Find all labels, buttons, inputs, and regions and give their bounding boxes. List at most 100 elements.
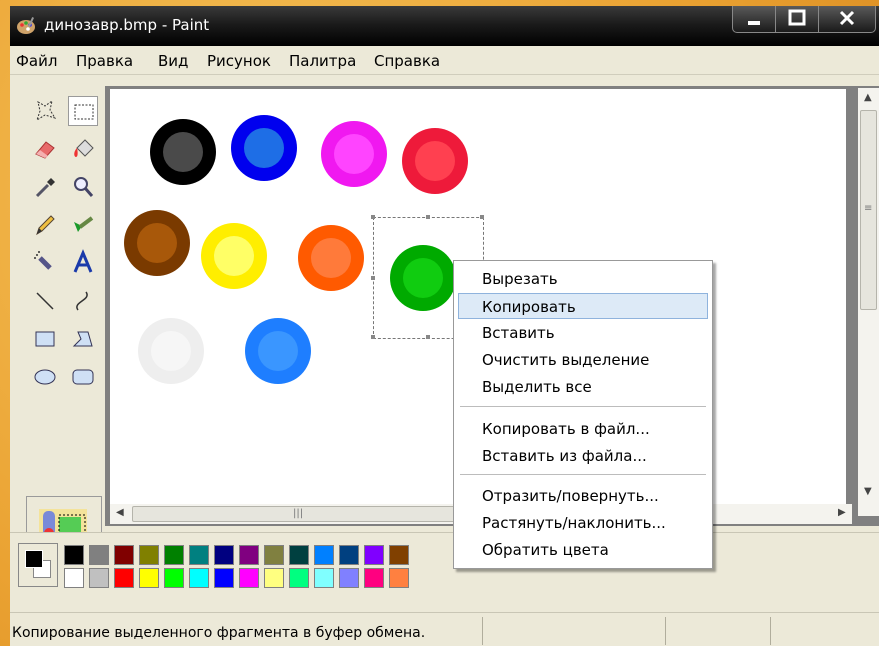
menu-item-label: Вставить из файла...	[482, 447, 647, 465]
selection-handle[interactable]	[371, 215, 375, 219]
palette-swatch[interactable]	[364, 568, 384, 588]
status-bar: Копирование выделенного фрагмента в буфе…	[10, 612, 879, 646]
palette-swatch[interactable]	[289, 568, 309, 588]
horizontal-scroll-thumb[interactable]: |||	[132, 506, 462, 522]
palette-swatch[interactable]	[89, 545, 109, 565]
palette-swatch[interactable]	[389, 568, 409, 588]
rectangle-tool[interactable]	[30, 324, 60, 354]
vertical-scrollbar[interactable]: ▲ ≡ ▼	[858, 88, 879, 516]
pencil-tool[interactable]	[30, 210, 60, 240]
close-icon	[839, 10, 855, 26]
menu-item-label: Растянуть/наклонить...	[482, 514, 666, 532]
palette-swatch[interactable]	[239, 568, 259, 588]
menu-separator	[460, 474, 706, 475]
menu-item-copy-to-file[interactable]: Копировать в файл...	[458, 416, 708, 442]
menu-image[interactable]: Рисунок	[207, 52, 271, 70]
palette-swatch[interactable]	[339, 545, 359, 565]
grip-icon: ≡	[864, 203, 873, 214]
drawn-circle	[124, 210, 190, 276]
palette-swatch[interactable]	[114, 568, 134, 588]
minimize-icon	[748, 21, 760, 25]
text-icon	[73, 249, 93, 273]
menu-item-paste-from-file[interactable]: Вставить из файла...	[458, 443, 708, 469]
selection-handle[interactable]	[371, 335, 375, 339]
menu-item-label: Отразить/повернуть...	[482, 487, 659, 505]
brush-icon	[74, 216, 94, 232]
palette-swatch[interactable]	[164, 568, 184, 588]
palette-swatch[interactable]	[64, 568, 84, 588]
eyedropper-icon	[35, 178, 55, 198]
drawn-circle	[201, 223, 267, 289]
vertical-scroll-thumb[interactable]: ≡	[860, 110, 877, 310]
menu-item-invert-colors[interactable]: Обратить цвета	[458, 537, 708, 563]
foreground-color[interactable]	[25, 550, 43, 568]
scroll-right-arrow-icon[interactable]: ▶	[838, 507, 846, 518]
drawn-circle	[321, 121, 387, 187]
maximize-button[interactable]	[775, 6, 819, 33]
palette-swatch[interactable]	[139, 568, 159, 588]
free-select-icon	[36, 99, 57, 122]
menu-item-select-all[interactable]: Выделить все	[458, 374, 708, 400]
free-select-tool[interactable]	[30, 96, 60, 126]
rounded-rectangle-tool[interactable]	[68, 362, 98, 392]
palette-swatch[interactable]	[289, 545, 309, 565]
polygon-tool[interactable]	[68, 324, 98, 354]
palette-swatch[interactable]	[264, 545, 284, 565]
palette-swatch[interactable]	[214, 545, 234, 565]
palette-swatch[interactable]	[189, 545, 209, 565]
menu-view[interactable]: Вид	[158, 52, 188, 70]
palette-swatch[interactable]	[239, 545, 259, 565]
selection-handle[interactable]	[426, 215, 430, 219]
scroll-down-arrow-icon[interactable]: ▼	[864, 486, 872, 497]
palette-swatch[interactable]	[164, 545, 184, 565]
palette-swatch[interactable]	[339, 568, 359, 588]
menu-item-clear-selection[interactable]: Очистить выделение	[458, 347, 708, 373]
palette-swatch[interactable]	[314, 545, 334, 565]
drawn-circle	[150, 119, 216, 185]
palette-swatch[interactable]	[314, 568, 334, 588]
menu-item-stretch-skew[interactable]: Растянуть/наклонить...	[458, 510, 708, 536]
selection-handle[interactable]	[480, 215, 484, 219]
pencil-icon	[36, 215, 55, 236]
scroll-up-arrow-icon[interactable]: ▲	[864, 92, 872, 103]
menu-item-paste[interactable]: Вставить	[458, 320, 708, 346]
palette-swatch[interactable]	[114, 545, 134, 565]
menu-item-cut[interactable]: Вырезать	[458, 266, 708, 292]
brush-tool[interactable]	[68, 210, 98, 240]
palette-swatch[interactable]	[64, 545, 84, 565]
ellipse-tool[interactable]	[30, 362, 60, 392]
palette-swatch[interactable]	[189, 568, 209, 588]
palette-swatch[interactable]	[264, 568, 284, 588]
fill-tool[interactable]	[68, 134, 98, 164]
minimize-button[interactable]	[732, 6, 776, 33]
palette-swatch[interactable]	[214, 568, 234, 588]
title-bar[interactable]: динозавр.bmp - Paint	[10, 6, 879, 46]
menu-file[interactable]: Файл	[16, 52, 57, 70]
close-button[interactable]	[818, 6, 876, 33]
menu-item-flip-rotate[interactable]: Отразить/повернуть...	[458, 483, 708, 509]
menu-item-copy[interactable]: Копировать	[458, 293, 708, 319]
current-colors[interactable]	[18, 543, 58, 587]
selection-handle[interactable]	[371, 276, 375, 280]
selection-handle[interactable]	[426, 335, 430, 339]
curve-tool[interactable]	[68, 286, 98, 316]
magnifier-tool[interactable]	[68, 172, 98, 202]
palette-swatch[interactable]	[389, 545, 409, 565]
menu-item-label: Копировать	[482, 298, 576, 316]
text-tool[interactable]	[68, 248, 98, 278]
scroll-left-arrow-icon[interactable]: ◀	[116, 507, 124, 518]
curve-icon	[76, 291, 88, 311]
menu-help[interactable]: Справка	[374, 52, 440, 70]
menu-palette[interactable]: Палитра	[289, 52, 356, 70]
color-picker-tool[interactable]	[30, 172, 60, 202]
rect-select-tool[interactable]	[68, 96, 98, 126]
polygon-icon	[72, 331, 93, 347]
menu-edit[interactable]: Правка	[76, 52, 133, 70]
palette-swatch[interactable]	[89, 568, 109, 588]
airbrush-tool[interactable]	[30, 248, 60, 278]
palette-swatch[interactable]	[364, 545, 384, 565]
menu-item-label: Вставить	[482, 324, 555, 342]
line-tool[interactable]	[30, 286, 60, 316]
eraser-tool[interactable]	[30, 134, 60, 164]
palette-swatch[interactable]	[139, 545, 159, 565]
